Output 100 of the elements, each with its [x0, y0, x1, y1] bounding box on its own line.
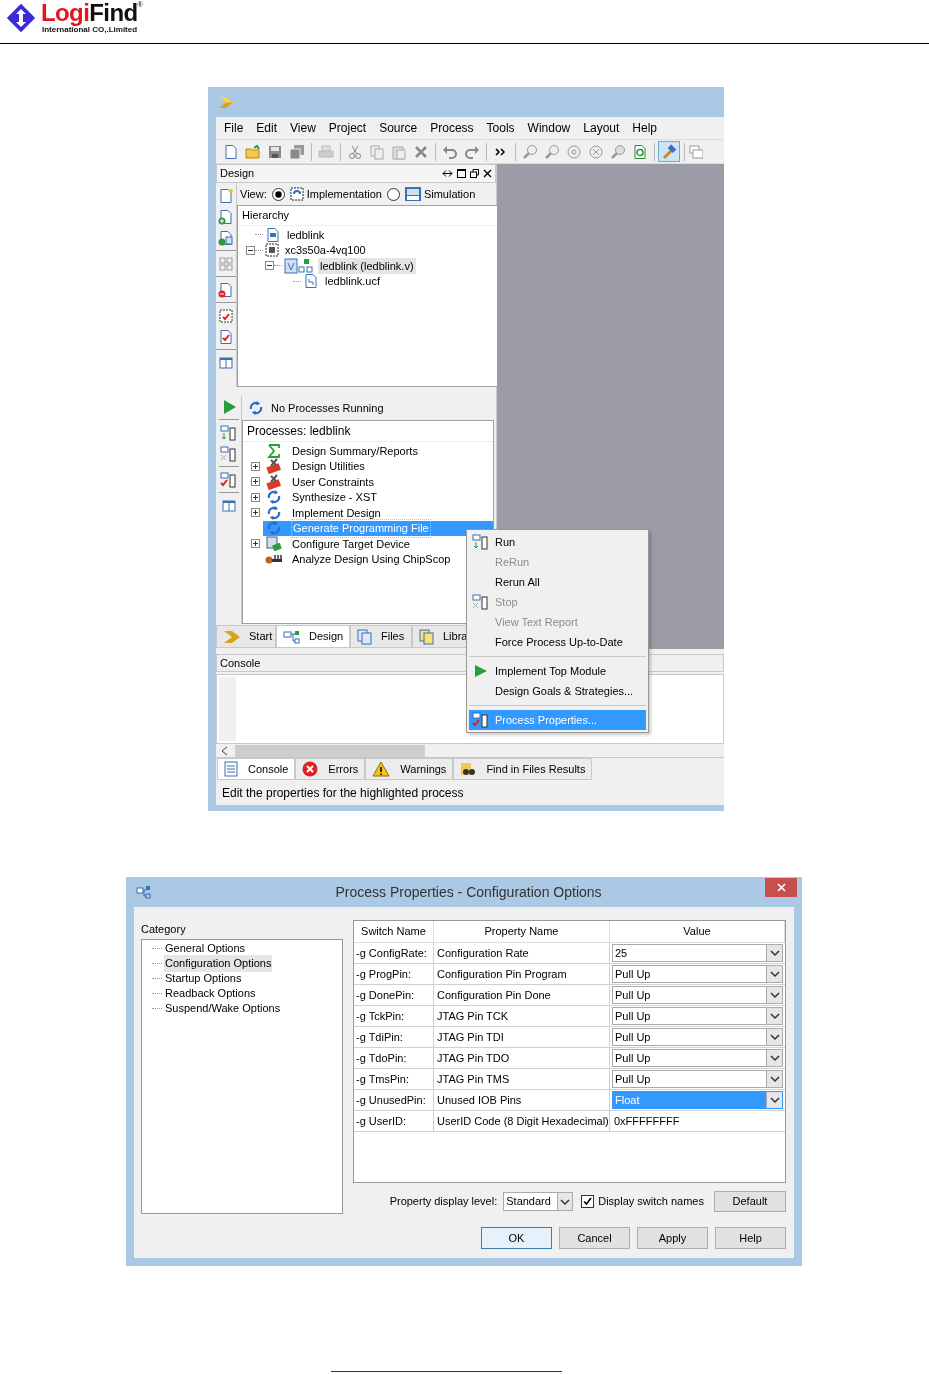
menu-item[interactable]: Run	[469, 532, 646, 552]
console-tab[interactable]: Find in Files Results	[453, 758, 593, 780]
chip-check-icon[interactable]	[218, 307, 234, 324]
run-process-icon[interactable]	[219, 424, 238, 441]
radio-label[interactable]: Simulation	[423, 185, 476, 203]
task-item[interactable]: Synthesize - XST	[291, 489, 378, 506]
menu-item[interactable]: View	[285, 119, 321, 137]
panel-title: Console	[220, 655, 261, 671]
check-process-icon[interactable]	[219, 471, 238, 488]
save-all-icon[interactable]	[289, 143, 305, 160]
add-source-icon[interactable]	[218, 208, 234, 225]
menu-item[interactable]: Tools	[481, 119, 520, 137]
input-field[interactable]: 0xFFFFFFFF	[610, 1112, 785, 1130]
dialog-button[interactable]: Help	[715, 1227, 786, 1249]
expand-icon[interactable]	[251, 539, 260, 549]
app-logo-icon	[218, 95, 234, 109]
close-button[interactable]	[765, 878, 797, 897]
task-item[interactable]: User Constraints	[291, 473, 375, 490]
menu-item[interactable]: Process	[425, 119, 479, 137]
panel-tab[interactable]: Design	[276, 625, 350, 648]
tree-item[interactable]: General Options	[164, 940, 247, 957]
console-tab[interactable]: Console	[217, 758, 296, 780]
console-tab[interactable]: Errors	[295, 758, 366, 780]
menu-item[interactable]: Window	[522, 119, 576, 137]
menu-item[interactable]: Rerun All	[469, 572, 646, 592]
document-icon	[265, 226, 281, 243]
table-cell: -g ConfigRate:	[354, 943, 434, 963]
sigma-icon	[267, 443, 281, 458]
constraints-file-icon	[303, 273, 319, 290]
menu-item[interactable]: Implement Top Module	[469, 661, 646, 681]
panel-icon[interactable]	[220, 497, 237, 514]
dialog-button[interactable]: OK	[481, 1227, 552, 1249]
stop-process-icon[interactable]	[219, 445, 238, 462]
close-icon[interactable]	[483, 169, 492, 178]
maximize-icon[interactable]	[457, 169, 466, 178]
menu-item[interactable]: Design Goals & Strategies...	[469, 681, 646, 701]
remove-source-icon[interactable]	[218, 281, 234, 298]
dialog-button[interactable]: Default	[714, 1191, 786, 1212]
restore-icon[interactable]	[470, 169, 479, 178]
table-cell: Configuration Rate	[434, 943, 610, 963]
task-item[interactable]: Analyze Design Using ChipScop	[291, 551, 452, 568]
dropdown[interactable]: Pull Up	[612, 1070, 783, 1088]
panel-tab[interactable]: Files	[350, 625, 412, 648]
dropdown[interactable]: Pull Up	[612, 1007, 783, 1025]
checkbox[interactable]	[581, 1195, 595, 1208]
dropdown[interactable]: Pull Up	[612, 986, 783, 1004]
delete-icon[interactable]	[413, 143, 429, 160]
expand-icon[interactable]	[251, 492, 260, 502]
tree-item[interactable]: Configuration Options	[164, 955, 273, 972]
tree-item[interactable]: Suspend/Wake Options	[164, 1000, 282, 1017]
hammer-button[interactable]	[658, 141, 680, 162]
tree-item[interactable]: Readback Options	[164, 985, 257, 1002]
menu-item[interactable]: Edit	[251, 119, 283, 137]
menu-item[interactable]: Source	[374, 119, 423, 137]
task-item[interactable]: Implement Design	[291, 504, 382, 521]
error-icon	[302, 761, 319, 777]
radio-button[interactable]	[386, 187, 400, 201]
menu-item[interactable]: Help	[627, 119, 662, 137]
resize-icon[interactable]	[442, 169, 453, 178]
expand-icon[interactable]	[251, 508, 260, 518]
menu-item[interactable]: File	[219, 119, 249, 137]
checkbox-label[interactable]: Display switch names	[598, 1193, 704, 1210]
collapse-icon[interactable]	[265, 261, 274, 271]
new-source-icon[interactable]	[218, 187, 234, 204]
expand-icon[interactable]	[251, 477, 260, 487]
expand-icon[interactable]	[251, 461, 260, 471]
tree-item[interactable]: xc3s50a-4vq100	[283, 242, 368, 259]
document-check-icon[interactable]	[218, 328, 234, 345]
dropdown[interactable]: Standard	[503, 1192, 574, 1211]
tree-item[interactable]: ledblink	[285, 226, 327, 243]
task-item[interactable]: Design Summary/Reports	[291, 442, 419, 459]
save-icon[interactable]	[267, 143, 283, 160]
panel-tab[interactable]: Start	[216, 625, 276, 648]
dropdown[interactable]: Pull Up	[612, 965, 783, 983]
panel-icon[interactable]	[218, 354, 234, 371]
table-cell: -g TdiPin:	[354, 1027, 434, 1047]
tree-item[interactable]: Startup Options	[164, 970, 243, 987]
dropdown[interactable]: Pull Up	[612, 1049, 783, 1067]
scrollbar-thumb[interactable]	[235, 744, 425, 757]
add-copy-icon[interactable]	[218, 229, 234, 246]
dropdown[interactable]: 25	[612, 944, 783, 962]
dropdown[interactable]: Pull Up	[612, 1028, 783, 1046]
dialog-button[interactable]: Cancel	[559, 1227, 630, 1249]
task-item[interactable]: Design Utilities	[291, 458, 366, 475]
new-file-icon[interactable]	[223, 143, 239, 160]
radio-label[interactable]: Implementation	[306, 185, 382, 203]
dialog-button[interactable]: Apply	[637, 1227, 708, 1249]
refresh-icon[interactable]	[632, 143, 648, 160]
task-item[interactable]: Configure Target Device	[291, 535, 411, 552]
redo-icon[interactable]	[464, 143, 480, 160]
toolbox-icon	[266, 458, 282, 475]
tree-item[interactable]: ledblink.ucf	[323, 273, 383, 290]
menu-item[interactable]: Layout	[578, 119, 625, 137]
console-tab[interactable]: Warnings	[365, 758, 454, 780]
tree-item[interactable]: ledblink (ledblink.v)	[318, 257, 416, 274]
scissors-icon[interactable]	[347, 143, 363, 160]
folder-icon[interactable]	[245, 143, 261, 160]
collapse-icon[interactable]	[246, 245, 255, 255]
radio-button[interactable]	[271, 187, 285, 201]
menu-item[interactable]: Project	[323, 119, 372, 137]
